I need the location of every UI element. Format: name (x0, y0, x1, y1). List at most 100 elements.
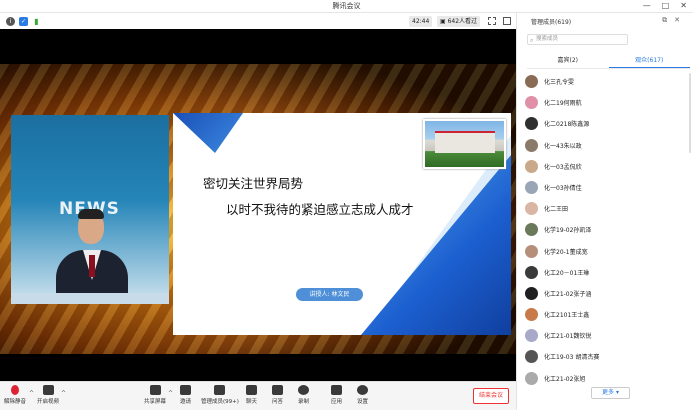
member-name: 化学19-02孙凯泽 (544, 227, 592, 235)
slide-title-line1: 密切关注世界局势 (203, 176, 304, 191)
avatar (525, 329, 538, 343)
member-list-scrollbar[interactable] (689, 73, 691, 153)
info-icon[interactable]: i (6, 17, 15, 26)
avatar (525, 286, 538, 300)
member-row[interactable]: 化一43朱以政 (525, 136, 690, 157)
start-video-button[interactable]: 开启视频 (37, 385, 59, 405)
layout-icon[interactable] (503, 17, 511, 25)
chat-label: 聊天 (246, 399, 258, 405)
member-row[interactable]: 化二0218陈鑫源 (525, 114, 690, 135)
member-name: 化二0218陈鑫源 (544, 121, 590, 129)
member-row[interactable]: 化工21-02张子涵 (525, 284, 690, 305)
minimize-button[interactable]: — (643, 1, 651, 10)
member-row[interactable]: 化学20-1董成宽 (525, 242, 690, 263)
bottom-toolbar: 解除静音 ^ 开启视频 ^ 共享屏幕 ^ 邀请 管理成员(99+) 聊天 问答 (0, 381, 516, 410)
more-button[interactable]: 更多 ▾ (591, 387, 630, 399)
record-button[interactable]: 录制 (298, 385, 309, 405)
news-desk (11, 293, 169, 304)
settings-button[interactable]: 设置 (357, 385, 368, 405)
meeting-timer: 42:44 (409, 16, 433, 27)
viewer-count[interactable]: ▣ 642人看过 (437, 16, 481, 27)
maximize-button[interactable]: □ (662, 1, 670, 10)
avatar (525, 75, 538, 88)
settings-label: 设置 (357, 399, 369, 405)
member-row[interactable]: 化工21-01魏钦锐 (525, 326, 690, 347)
share-screen-label: 共享屏幕 (144, 399, 167, 405)
slide-title-line2: 以时不我待的紧迫感立志成人成才 (226, 202, 414, 217)
speaker-badge: 讲授人: 林文民 (296, 288, 363, 301)
search-icon: ⌕ (530, 37, 534, 44)
manage-members-label: 管理成员(99+) (201, 399, 239, 405)
avatar (525, 180, 538, 194)
member-name: 化工19-03 胡清杰赛 (544, 354, 600, 362)
unmute-button[interactable]: 解除静音 (4, 385, 26, 405)
member-tabs: 嘉宾(2) 观众(617) (527, 54, 690, 69)
share-options-chevron-icon[interactable]: ^ (168, 390, 173, 397)
share-screen-button[interactable]: 共享屏幕 (144, 385, 166, 405)
presenter-tie (89, 255, 95, 277)
member-name: 化工21-01魏钦锐 (544, 333, 592, 341)
invite-button[interactable]: 邀请 (180, 385, 191, 405)
chat-icon (246, 385, 257, 395)
avatar (525, 223, 538, 237)
microphone-muted-icon (11, 385, 19, 395)
popout-icon[interactable]: ⧉ (662, 16, 674, 24)
member-row[interactable]: 化一03孟侃欣 (525, 157, 690, 178)
shield-icon[interactable]: ✓ (19, 17, 28, 26)
member-row[interactable]: 化一03孙倩佳 (525, 178, 690, 199)
presenter-hair (78, 209, 104, 219)
window-title: 腾讯会议 (332, 2, 361, 10)
slide-corner-triangle (361, 155, 511, 335)
member-name: 化工21-02张子涵 (544, 290, 592, 298)
tab-audience[interactable]: 观众(617) (608, 54, 690, 68)
avatar (525, 350, 538, 364)
avatar (525, 159, 538, 173)
member-row[interactable]: 化二王田 (525, 199, 690, 220)
shared-slide: 密切关注世界局势 以时不我待的紧迫感立志成人成才 讲授人: 林文民 (173, 113, 511, 335)
members-panel-title: 管理成员(619) (531, 19, 572, 26)
apps-label: 应用 (331, 399, 343, 405)
qa-button[interactable]: 问答 (272, 385, 283, 405)
invite-icon (180, 385, 191, 395)
search-placeholder: 搜索成员 (536, 36, 559, 42)
member-row[interactable]: 化工2101王士鑫 (525, 305, 690, 326)
title-bar: 腾讯会议 — □ ✕ (0, 0, 693, 13)
member-row[interactable]: 化学19-02孙凯泽 (525, 220, 690, 241)
member-name: 化三孔令雯 (544, 79, 575, 86)
apps-button[interactable]: 应用 (331, 385, 342, 405)
member-name: 化学20-1董成宽 (544, 248, 588, 256)
apps-icon (331, 385, 342, 395)
end-meeting-button[interactable]: 结束会议 (473, 388, 509, 404)
close-button[interactable]: ✕ (680, 1, 687, 10)
member-row[interactable]: 化工20－01王琳 (525, 263, 690, 284)
member-search-input[interactable]: ⌕ 搜索成员 (527, 34, 628, 45)
avatar (525, 117, 538, 131)
start-video-label: 开启视频 (37, 399, 60, 405)
member-row[interactable]: 化二19何雨航 (525, 93, 690, 114)
record-icon (298, 385, 309, 395)
avatar (525, 138, 538, 152)
panel-close-icon[interactable]: ✕ (674, 16, 687, 24)
gear-icon (357, 385, 368, 395)
member-name: 化一43朱以政 (544, 142, 582, 150)
member-name: 化工20－01王琳 (544, 269, 590, 277)
video-options-chevron-icon[interactable]: ^ (61, 390, 66, 397)
fullscreen-icon[interactable] (488, 17, 496, 25)
member-name: 化工21-02张旭 (544, 375, 586, 383)
avatar (525, 202, 538, 216)
member-name: 化一03孟侃欣 (544, 163, 582, 171)
manage-members-button[interactable]: 管理成员(99+) (201, 385, 239, 405)
audio-options-chevron-icon[interactable]: ^ (29, 390, 34, 397)
panel-header-icons: ⧉✕ (662, 16, 687, 25)
avatar (525, 96, 538, 110)
member-row[interactable]: 化三孔令雯 (525, 72, 690, 93)
tab-guests[interactable]: 嘉宾(2) (527, 54, 609, 68)
member-name: 化工2101王士鑫 (544, 312, 590, 320)
member-name: 化二王田 (544, 206, 569, 214)
member-row[interactable]: 化工19-03 胡清杰赛 (525, 347, 690, 368)
members-panel: 管理成员(619) ⧉✕ ⌕ 搜索成员 嘉宾(2) 观众(617) 化三孔令雯化… (516, 13, 693, 410)
meeting-info-bar: i ✓ ▮ 42:44 ▣ 642人看过 (0, 14, 516, 29)
signal-icon[interactable]: ▮ (32, 17, 41, 26)
chat-button[interactable]: 聊天 (246, 385, 257, 405)
member-list: 化三孔令雯化二19何雨航化二0218陈鑫源 化一43朱以政 化一03孟侃欣化一03孙… (525, 72, 690, 392)
